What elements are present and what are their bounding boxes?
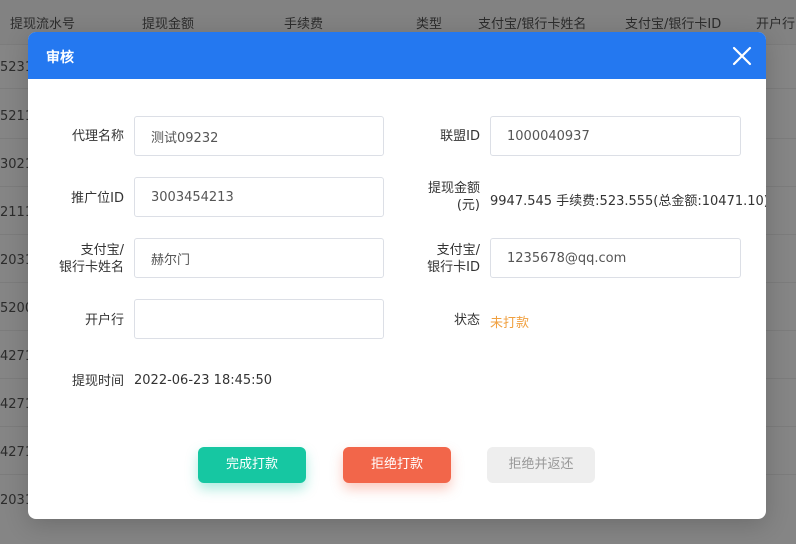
reject-payment-button[interactable]: 拒绝打款 bbox=[343, 447, 451, 483]
time-label: 提现时间 bbox=[71, 374, 124, 389]
amount-value: 9947.545 手续费:523.555(总金额:10471.10) bbox=[490, 194, 766, 209]
account-id-label: 支付宝/ 银行卡ID bbox=[427, 243, 480, 275]
bank-label: 开户行 bbox=[84, 313, 124, 328]
dialog-header: 审核 bbox=[28, 32, 766, 79]
agent-name-field[interactable] bbox=[134, 116, 384, 156]
promo-id-label: 推广位ID bbox=[71, 191, 124, 206]
reject-and-return-button[interactable]: 拒绝并返还 bbox=[487, 447, 595, 483]
promo-id-field[interactable] bbox=[134, 177, 384, 217]
status-label: 状态 bbox=[453, 313, 480, 328]
review-dialog: 审核 代理名称 推广位ID 支付宝/ 银行卡姓名 开户行 提现时间 2022-0… bbox=[28, 32, 766, 519]
account-name-field[interactable] bbox=[134, 238, 384, 278]
agent-name-label: 代理名称 bbox=[71, 129, 124, 144]
complete-payment-button[interactable]: 完成打款 bbox=[198, 447, 306, 483]
close-icon[interactable] bbox=[730, 44, 754, 68]
amount-label: 提现金额 (元) bbox=[427, 181, 480, 213]
bank-field[interactable] bbox=[134, 299, 384, 339]
alliance-id-field[interactable] bbox=[490, 116, 741, 156]
time-value: 2022-06-23 18:45:50 bbox=[134, 373, 273, 388]
alliance-id-label: 联盟ID bbox=[440, 129, 480, 144]
dialog-title: 审核 bbox=[46, 50, 74, 66]
account-name-label: 支付宝/ 银行卡姓名 bbox=[58, 243, 124, 275]
status-badge: 未打款 bbox=[490, 316, 530, 331]
account-id-field[interactable] bbox=[490, 238, 741, 278]
